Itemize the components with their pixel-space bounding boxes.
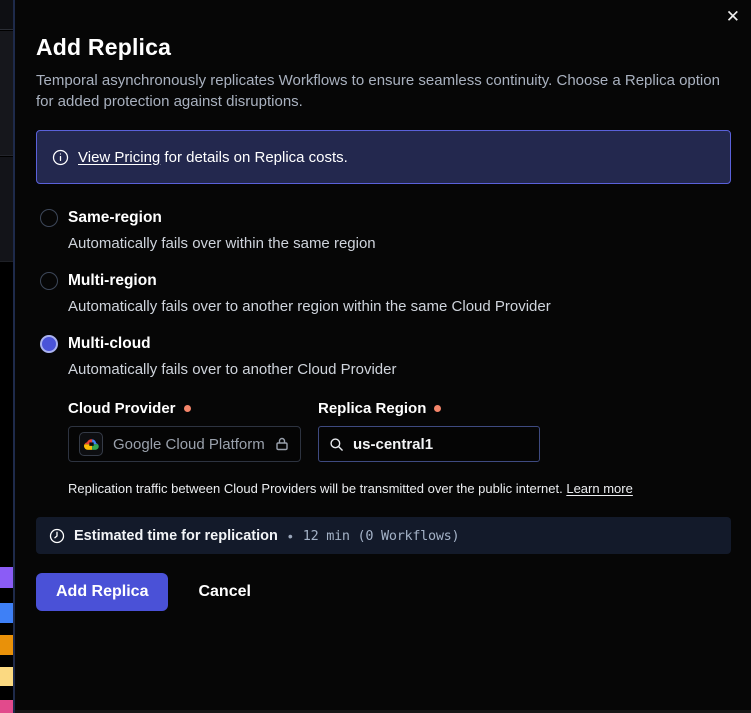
background-color-bar (0, 603, 13, 623)
background-section (0, 0, 14, 30)
option-same-region-click-target[interactable]: Same-region (36, 209, 731, 227)
info-icon (52, 149, 69, 166)
replica-region-search-input[interactable]: us-central1 (318, 426, 540, 462)
replica-region-label-text: Replica Region (318, 400, 426, 417)
lock-icon (274, 436, 290, 452)
pricing-banner-rest: for details on Replica costs. (160, 149, 348, 166)
replica-region-value: us-central1 (353, 436, 433, 453)
replica-region-column: Replica Region us-central1 (318, 400, 540, 462)
option-description: Automatically fails over within the same… (68, 235, 731, 252)
close-icon[interactable]: ✕ (726, 7, 740, 27)
required-dot-icon (184, 405, 191, 412)
estimate-label: Estimated time for replication (74, 528, 278, 544)
option-label: Same-region (68, 209, 162, 227)
option-multi-region-click-target[interactable]: Multi-region (36, 272, 731, 290)
estimate-value: 12 min (0 Workflows) (303, 528, 460, 544)
option-label: Multi-cloud (68, 335, 151, 353)
traffic-note-text: Replication traffic between Cloud Provid… (68, 481, 566, 496)
option-label: Multi-region (68, 272, 157, 290)
cloud-provider-select[interactable]: Google Cloud Platform (68, 426, 301, 462)
required-dot-icon (434, 405, 441, 412)
cloud-provider-label-text: Cloud Provider (68, 400, 176, 417)
background-section (0, 157, 14, 262)
gcp-logo-icon (79, 432, 103, 456)
add-replica-modal: ✕ Add Replica Temporal asynchronously re… (15, 0, 751, 713)
option-multi-cloud-click-target[interactable]: Multi-cloud (36, 335, 731, 353)
background-color-bar (0, 667, 13, 686)
estimate-separator: • (288, 528, 293, 544)
radio-selected-icon[interactable] (40, 335, 58, 353)
add-replica-button[interactable]: Add Replica (36, 573, 168, 611)
pricing-banner-text: View Pricing for details on Replica cost… (78, 149, 348, 166)
option-multi-region: Multi-region Automatically fails over to… (36, 272, 731, 315)
background-color-bar (0, 700, 13, 713)
estimate-banner: Estimated time for replication • 12 min … (36, 517, 731, 554)
radio-unselected-icon[interactable] (40, 272, 58, 290)
search-icon (329, 437, 344, 452)
cloud-provider-value: Google Cloud Platform (113, 436, 264, 453)
traffic-note: Replication traffic between Cloud Provid… (68, 481, 731, 496)
replica-region-label: Replica Region (318, 400, 540, 417)
radio-unselected-icon[interactable] (40, 209, 58, 227)
view-pricing-link[interactable]: View Pricing (78, 149, 160, 166)
learn-more-link[interactable]: Learn more (566, 481, 632, 496)
cloud-provider-label: Cloud Provider (68, 400, 301, 417)
replica-options: Same-region Automatically fails over wit… (36, 209, 731, 496)
option-same-region: Same-region Automatically fails over wit… (36, 209, 731, 252)
clock-icon (49, 528, 65, 544)
background-page-strip (0, 0, 14, 713)
background-color-bar (0, 635, 13, 655)
cloud-provider-column: Cloud Provider (68, 400, 301, 462)
modal-description: Temporal asynchronously replicates Workf… (36, 70, 731, 112)
background-section (0, 31, 14, 156)
modal-title: Add Replica (36, 34, 731, 61)
option-description: Automatically fails over to another Clou… (68, 361, 731, 378)
pricing-info-banner: View Pricing for details on Replica cost… (36, 130, 731, 184)
multi-cloud-form: Cloud Provider (68, 400, 731, 462)
option-description: Automatically fails over to another regi… (68, 298, 731, 315)
background-color-bar (0, 567, 13, 588)
modal-actions: Add Replica Cancel (36, 573, 731, 611)
cancel-button[interactable]: Cancel (198, 583, 250, 601)
option-multi-cloud: Multi-cloud Automatically fails over to … (36, 335, 731, 496)
